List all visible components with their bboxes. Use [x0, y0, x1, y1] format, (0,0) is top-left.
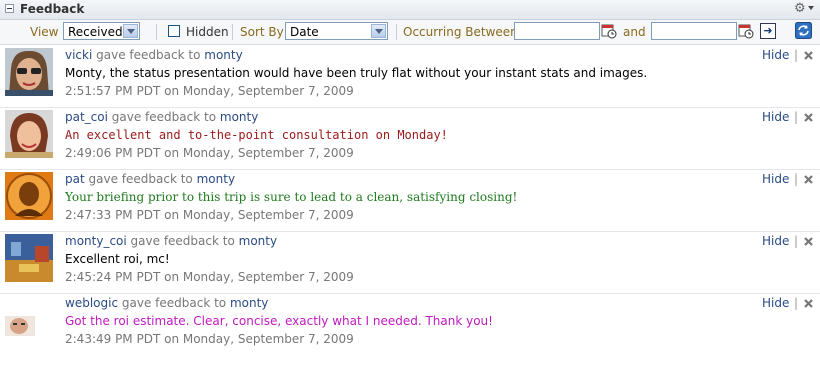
divider: | [794, 48, 799, 62]
divider: | [794, 172, 799, 186]
feedback-action: gave feedback to [88, 172, 193, 186]
feedback-header: monty_coi gave feedback to monty [65, 234, 277, 248]
view-label: View [30, 25, 59, 39]
to-user-link[interactable]: monty [197, 172, 235, 186]
delete-icon[interactable] [803, 174, 814, 185]
hidden-checkbox[interactable] [168, 25, 180, 37]
chevron-down-icon[interactable] [123, 24, 138, 38]
feedback-timestamp: 2:49:06 PM PDT on Monday, September 7, 2… [65, 146, 354, 160]
calendar-icon[interactable] [738, 23, 754, 39]
feedback-header: pat_coi gave feedback to monty [65, 110, 258, 124]
feedback-action: gave feedback to [96, 48, 201, 62]
feedback-message: Got the roi estimate. Clear, concise, ex… [65, 314, 493, 328]
occurring-between-label: Occurring Between [403, 25, 518, 39]
avatar [5, 296, 53, 344]
feedback-action: gave feedback to [121, 296, 227, 310]
delete-icon[interactable] [803, 298, 814, 309]
avatar [5, 172, 53, 220]
to-user-link[interactable]: monty [230, 296, 268, 310]
avatar [5, 234, 53, 282]
feedback-action: gave feedback to [130, 234, 235, 248]
feedback-portlet: Feedback ⚙ View Received Hidden Sort By … [0, 0, 820, 368]
divider [156, 24, 157, 40]
calendar-icon[interactable] [601, 23, 617, 39]
hide-link[interactable]: Hide [762, 172, 789, 186]
feedback-message: Monty, the status presentation would hav… [65, 66, 648, 80]
filter-toolbar: View Received Hidden Sort By Date Occurr… [0, 20, 820, 45]
view-select-value: Received [68, 25, 123, 39]
divider: | [794, 110, 799, 124]
feedback-row: vicki gave feedback to monty Monty, the … [0, 45, 820, 108]
collapse-icon[interactable] [5, 4, 14, 13]
sort-by-select-value: Date [290, 25, 319, 39]
delete-icon[interactable] [803, 236, 814, 247]
from-user-link[interactable]: weblogic [65, 296, 118, 310]
delete-icon[interactable] [803, 50, 814, 61]
to-user-link[interactable]: monty [239, 234, 277, 248]
refresh-icon[interactable] [795, 22, 812, 39]
feedback-timestamp: 2:43:49 PM PDT on Monday, September 7, 2… [65, 332, 354, 346]
to-user-link[interactable]: monty [220, 110, 258, 124]
from-user-link[interactable]: monty_coi [65, 234, 127, 248]
feedback-row: monty_coi gave feedback to monty Excelle… [0, 231, 820, 294]
divider: | [794, 296, 799, 310]
feedback-timestamp: 2:51:57 PM PDT on Monday, September 7, 2… [65, 84, 354, 98]
feedback-row: weblogic gave feedback to monty Got the … [0, 293, 820, 355]
divider [396, 24, 397, 40]
go-arrow-icon[interactable]: ➜ [760, 23, 776, 39]
sort-by-label: Sort By [240, 25, 284, 39]
portlet-title: Feedback [20, 2, 85, 16]
start-date-input[interactable] [514, 22, 600, 40]
hidden-label: Hidden [186, 25, 229, 39]
hide-link[interactable]: Hide [762, 296, 789, 310]
divider [232, 24, 233, 40]
chevron-down-icon[interactable] [808, 6, 814, 10]
feedback-timestamp: 2:45:24 PM PDT on Monday, September 7, 2… [65, 270, 354, 284]
hide-link[interactable]: Hide [762, 110, 789, 124]
feedback-message: Your briefing prior to this trip is sure… [65, 190, 518, 204]
end-date-input[interactable] [651, 22, 737, 40]
gear-icon[interactable]: ⚙ [794, 1, 806, 17]
hide-link[interactable]: Hide [762, 48, 789, 62]
feedback-timestamp: 2:47:33 PM PDT on Monday, September 7, 2… [65, 208, 354, 222]
feedback-row: pat gave feedback to monty Your briefing… [0, 169, 820, 232]
feedback-message: An excellent and to-the-point consultati… [65, 128, 448, 142]
avatar [5, 110, 53, 158]
feedback-header: pat gave feedback to monty [65, 172, 235, 186]
feedback-message: Excellent roi, mc! [65, 252, 170, 266]
chevron-down-icon[interactable] [371, 24, 386, 38]
from-user-link[interactable]: vicki [65, 48, 92, 62]
delete-icon[interactable] [803, 112, 814, 123]
feedback-row: pat_coi gave feedback to monty An excell… [0, 107, 820, 170]
from-user-link[interactable]: pat_coi [65, 110, 108, 124]
feedback-header: weblogic gave feedback to monty [65, 296, 268, 310]
feedback-action: gave feedback to [111, 110, 217, 124]
sort-by-select[interactable]: Date [285, 22, 388, 40]
and-label: and [623, 25, 646, 39]
view-select[interactable]: Received [63, 22, 140, 40]
portlet-header: Feedback ⚙ [0, 0, 820, 20]
feedback-header: vicki gave feedback to monty [65, 48, 243, 62]
from-user-link[interactable]: pat [65, 172, 85, 186]
hide-link[interactable]: Hide [762, 234, 789, 248]
divider: | [794, 234, 799, 248]
avatar [5, 48, 53, 96]
to-user-link[interactable]: monty [204, 48, 242, 62]
